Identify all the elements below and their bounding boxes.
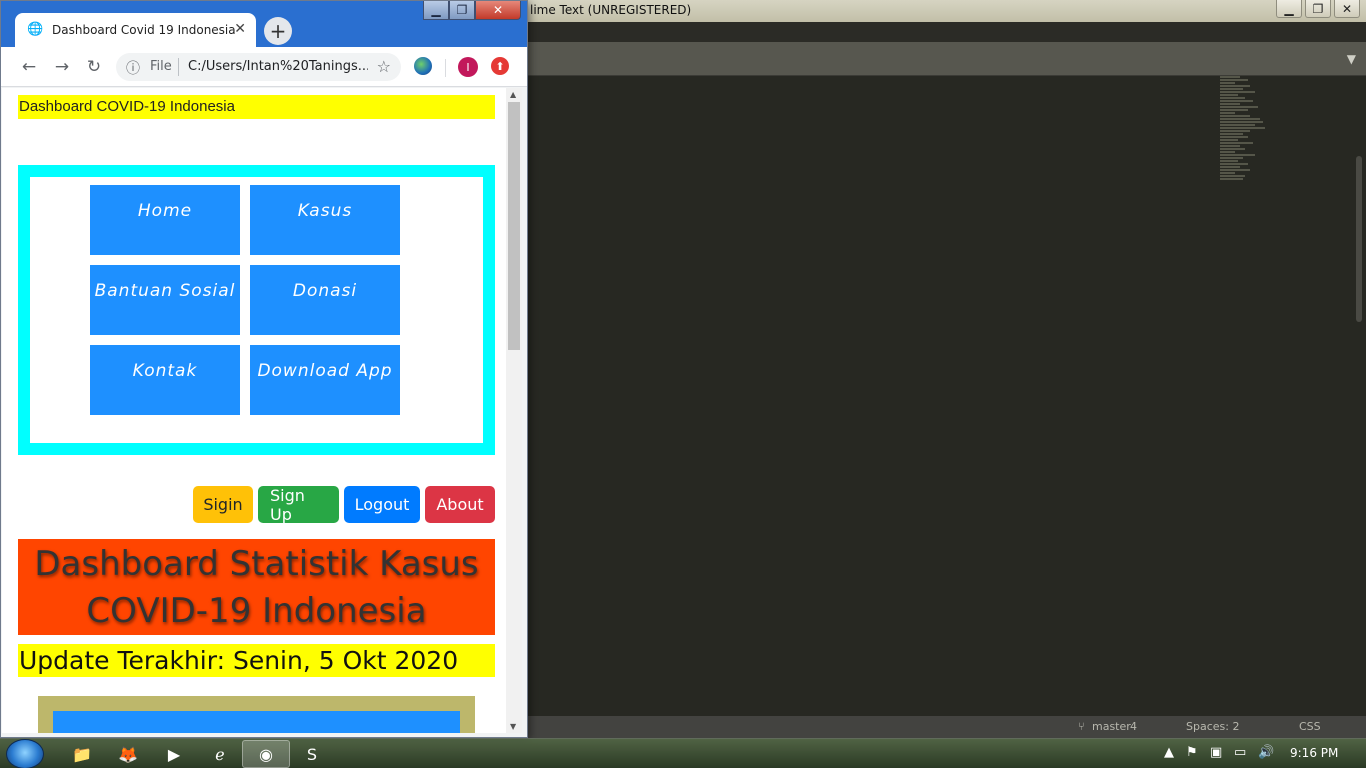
signup-button[interactable]: Sign Up — [258, 486, 339, 524]
syntax-setting[interactable]: CSS — [1299, 720, 1321, 733]
volume-icon[interactable]: 🔊 — [1258, 745, 1274, 760]
forward-arrow-icon[interactable]: → — [51, 56, 73, 78]
stats-panel-inner — [53, 711, 460, 733]
sublime-maximize-button[interactable]: ❐ — [1305, 0, 1331, 18]
site-header: Dashboard COVID-19 Indonesia — [18, 95, 495, 119]
chrome-maximize-button[interactable]: ❐ — [449, 1, 475, 20]
page-viewport[interactable]: Dashboard COVID-19 Indonesia Home Kasus … — [2, 88, 506, 733]
firefox-icon[interactable]: 🦊 — [104, 740, 152, 768]
back-arrow-icon[interactable]: ← — [18, 56, 40, 78]
info-icon[interactable]: ⓘ — [126, 58, 140, 78]
new-tab-button[interactable]: + — [264, 17, 292, 45]
bookmark-star-icon[interactable]: ☆ — [377, 57, 391, 76]
nav-donasi-button[interactable]: Donasi — [250, 265, 400, 335]
code-editor[interactable] — [528, 76, 1366, 716]
sublime-title: lime Text (UNREGISTERED) — [530, 3, 692, 17]
extension-icon[interactable] — [414, 57, 432, 75]
sublime-minimize-button[interactable]: ▁ — [1276, 0, 1302, 18]
nav-bantuan-sosial-button[interactable]: Bantuan Sosial — [90, 265, 240, 335]
edge-icon[interactable]: ℯ — [196, 740, 244, 768]
sublime-close-button[interactable]: ✕ — [1334, 0, 1360, 18]
nav-home-button[interactable]: Home — [90, 185, 240, 255]
show-hidden-icons-icon[interactable]: ▲ — [1164, 745, 1174, 760]
sublime-text-icon[interactable]: S — [288, 740, 336, 768]
scroll-down-icon[interactable]: ▼ — [510, 722, 516, 731]
stats-panel — [38, 696, 475, 733]
editor-scrollbar[interactable] — [1356, 156, 1362, 322]
browser-tab[interactable]: 🌐 Dashboard Covid 19 Indonesia ✕ — [15, 13, 256, 47]
logout-button[interactable]: Logout — [344, 486, 420, 523]
address-scheme: File — [150, 59, 172, 74]
about-button[interactable]: About — [425, 486, 495, 523]
browser-toolbar: ← → ↻ ⓘ File C:/Users/Intan%20Tanings...… — [1, 47, 527, 87]
device-icon[interactable]: ▣ — [1210, 745, 1222, 760]
system-clock[interactable]: 9:16 PM — [1290, 746, 1338, 760]
sublime-titlebar[interactable]: lime Text (UNREGISTERED) ▁ ❐ ✕ — [528, 0, 1366, 22]
account-button-row: Sigin Sign Up Logout About — [188, 486, 495, 524]
media-player-icon[interactable]: ▶ — [150, 740, 198, 768]
address-bar[interactable]: ⓘ File C:/Users/Intan%20Tanings... ☆ — [116, 53, 401, 81]
last-update-label: Update Terakhir: Senin, 5 Okt 2020 — [18, 644, 495, 677]
sublime-tab-bar: ▼ — [528, 42, 1366, 76]
nav-menu: Home Kasus Bantuan Sosial Donasi Kontak … — [18, 165, 495, 455]
nav-download-app-button[interactable]: Download App — [250, 345, 400, 415]
start-button[interactable] — [6, 739, 44, 768]
file-explorer-icon[interactable]: 📁 — [58, 740, 106, 768]
close-tab-icon[interactable]: ✕ — [234, 21, 246, 37]
scroll-up-icon[interactable]: ▲ — [510, 90, 516, 99]
taskbar: 📁 🦊 ▶ ℯ ◉ S ▲ ⚑ ▣ ▭ 🔊 9:16 PM — [0, 738, 1366, 768]
chrome-titlebar[interactable]: 🌐 Dashboard Covid 19 Indonesia ✕ + ▁ ❐ ✕ — [1, 1, 527, 47]
scrollbar-thumb[interactable] — [508, 102, 520, 350]
page-scrollbar[interactable]: ▲ ▼ — [506, 88, 522, 733]
globe-icon: 🌐 — [27, 22, 44, 37]
action-center-flag-icon[interactable]: ⚑ — [1186, 745, 1198, 760]
reload-icon[interactable]: ↻ — [83, 56, 105, 78]
signin-button[interactable]: Sigin — [193, 486, 253, 523]
nav-kasus-button[interactable]: Kasus — [250, 185, 400, 255]
nav-kontak-button[interactable]: Kontak — [90, 345, 240, 415]
chrome-icon[interactable]: ◉ — [242, 740, 290, 768]
minimap[interactable] — [1220, 76, 1270, 286]
chrome-close-button[interactable]: ✕ — [475, 1, 521, 20]
chrome-window[interactable]: 🌐 Dashboard Covid 19 Indonesia ✕ + ▁ ❐ ✕… — [0, 0, 528, 738]
git-branch-icon: ⑂ — [1078, 720, 1085, 733]
sublime-status-bar: ⑂ master 4 Spaces: 2 CSS — [528, 716, 1366, 738]
update-available-icon[interactable]: ⬆ — [491, 57, 509, 75]
indentation-setting[interactable]: Spaces: 2 — [1186, 720, 1239, 733]
address-url[interactable]: C:/Users/Intan%20Tanings... — [188, 59, 368, 74]
git-branch-count: 4 — [1130, 720, 1137, 733]
tab-list-dropdown-icon[interactable]: ▼ — [1347, 52, 1356, 66]
git-branch-label[interactable]: master — [1092, 720, 1131, 733]
chrome-minimize-button[interactable]: ▁ — [423, 1, 449, 20]
network-icon[interactable]: ▭ — [1234, 745, 1246, 760]
profile-avatar[interactable]: I — [458, 57, 478, 77]
sublime-text-window[interactable]: lime Text (UNREGISTERED) ▁ ❐ ✕ ▼ ⑂ maste… — [528, 0, 1366, 738]
hero-title: Dashboard Statistik Kasus COVID-19 Indon… — [18, 539, 495, 635]
tab-title: Dashboard Covid 19 Indonesia — [52, 23, 236, 37]
